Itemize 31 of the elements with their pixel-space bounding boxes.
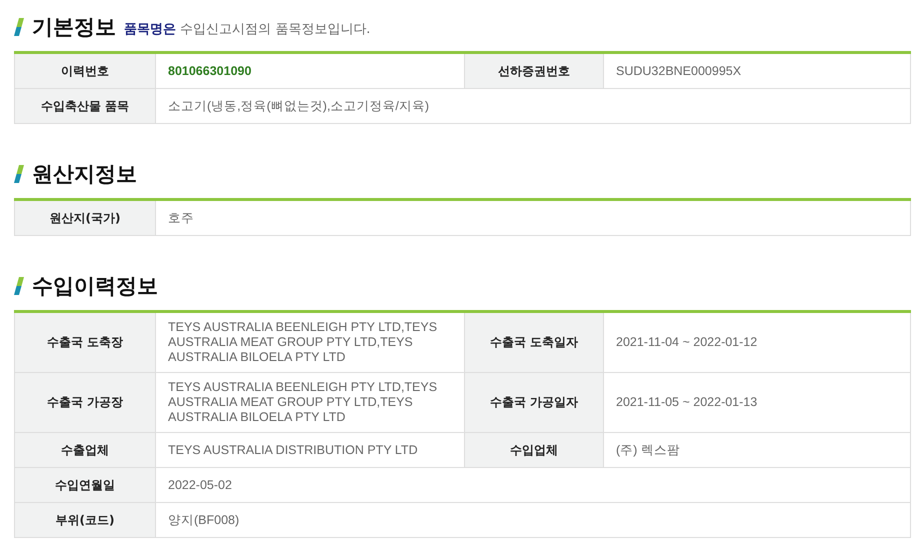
row-label: 수출국 도축장 bbox=[14, 312, 156, 372]
row-label: 수출국 도축일자 bbox=[464, 312, 604, 372]
row-value: 2021-11-05 ~ 2022-01-13 bbox=[604, 372, 910, 432]
row-label: 부위(코드) bbox=[14, 502, 156, 538]
row-label: 수출국 가공장 bbox=[14, 372, 156, 432]
row-value: TEYS AUSTRALIA DISTRIBUTION PTY LTD bbox=[156, 432, 464, 468]
row-label: 수입축산물 품목 bbox=[14, 88, 156, 124]
row-value: 2022-05-02 bbox=[156, 468, 910, 502]
section-title: 수입이력정보 bbox=[32, 273, 158, 300]
section-title: 원산지정보 bbox=[32, 161, 137, 188]
row-value: (주) 렉스팜 bbox=[604, 432, 910, 468]
row-value: 양지(BF008) bbox=[156, 502, 910, 538]
row-value: TEYS AUSTRALIA BEENLEIGH PTY LTD,TEYS AUSTRALIA MEAT GROUP PTY LTD,TEYS AUSTRALIA BILOELA PTY LTD bbox=[156, 372, 464, 432]
row-label: 원산지(국가) bbox=[14, 200, 156, 236]
row-value: 2021-11-04 ~ 2022-01-12 bbox=[604, 312, 910, 372]
row-value: SUDU32BNE000995X bbox=[604, 52, 910, 88]
section-subtitle: 품목명은 수입신고시점의 품목정보입니다. bbox=[124, 20, 370, 38]
row-value: 801066301090 bbox=[156, 52, 464, 88]
row-value: 호주 bbox=[156, 200, 910, 236]
row-label: 수입업체 bbox=[464, 432, 604, 468]
row-value: TEYS AUSTRALIA BEENLEIGH PTY LTD,TEYS AUSTRALIA MEAT GROUP PTY LTD,TEYS AUSTRALIA BILOELA PTY LTD bbox=[156, 312, 464, 372]
row-label: 이력번호 bbox=[14, 52, 156, 88]
row-label: 수출국 가공일자 bbox=[464, 372, 604, 432]
row-label: 수출업체 bbox=[14, 432, 156, 468]
row-value: 소고기(냉동,정육(뼈없는것),소고기정육/지육) bbox=[156, 88, 910, 124]
section-icon bbox=[14, 165, 24, 183]
section-title: 기본정보 bbox=[32, 14, 116, 41]
section-icon bbox=[14, 18, 24, 36]
row-label: 선하증권번호 bbox=[464, 52, 604, 88]
section-icon bbox=[14, 277, 24, 295]
row-label: 수입연월일 bbox=[14, 468, 156, 502]
